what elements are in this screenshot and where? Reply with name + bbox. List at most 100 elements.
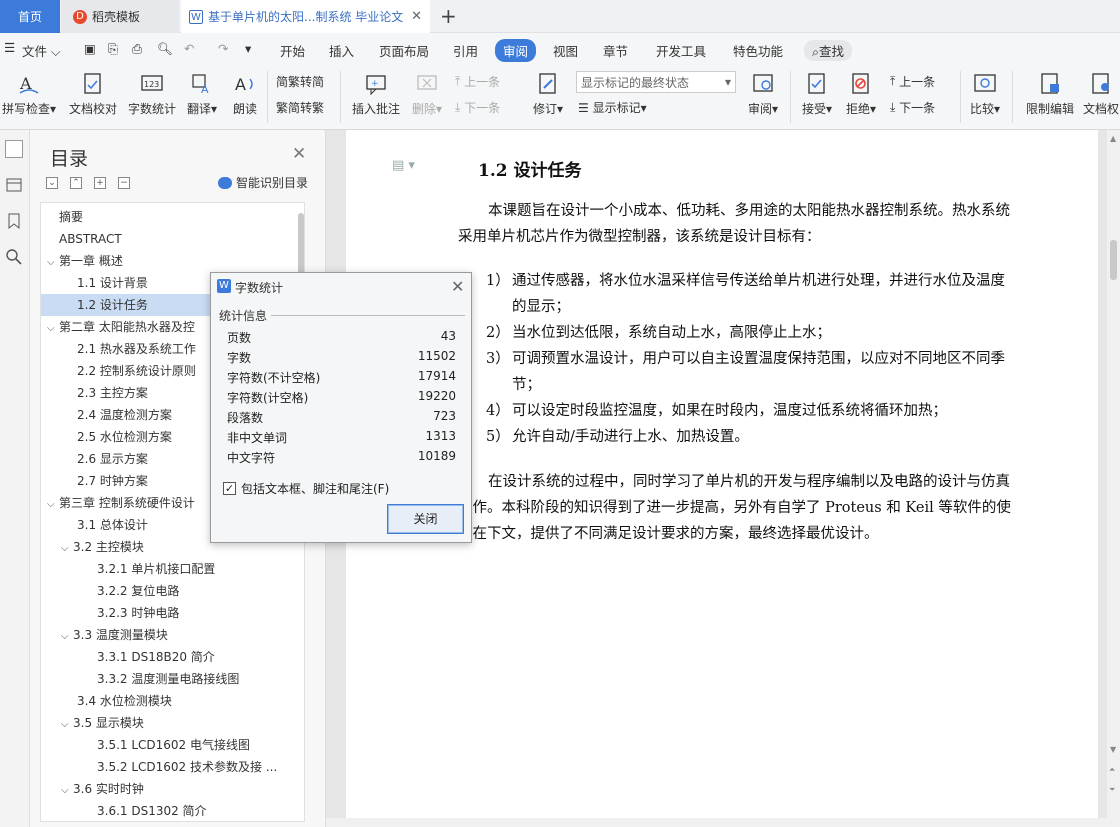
document-permission-button[interactable]: 文档权: [1082, 65, 1120, 125]
undo-icon[interactable]: ↶: [184, 41, 194, 56]
simp-to-trad-button[interactable]: 繁简转繁: [276, 99, 324, 116]
toc-entry[interactable]: 3.6.1 DS1302 简介: [41, 800, 301, 821]
toc-entry[interactable]: 3.2.2 复位电路: [41, 580, 301, 602]
writer-doc-icon: W: [189, 9, 203, 24]
compare-button[interactable]: 比较▾: [966, 65, 1004, 125]
reject-label: 拒绝: [845, 102, 870, 116]
chevron-down-icon[interactable]: ⌵: [47, 252, 59, 272]
menu-references[interactable]: 引用: [453, 41, 478, 60]
collapse-all-icon[interactable]: ⌄: [46, 177, 58, 189]
smart-toc-button[interactable]: 智能识别目录: [218, 174, 308, 191]
menu-view[interactable]: 视图: [553, 41, 578, 60]
chevron-down-icon[interactable]: ⌵: [61, 538, 73, 558]
save-icon[interactable]: ▣: [84, 41, 96, 56]
menu-developer[interactable]: 开发工具: [656, 41, 706, 60]
toc-entry[interactable]: 3.2.1 单片机接口配置: [41, 558, 301, 580]
read-aloud-icon: A: [235, 75, 253, 94]
export-icon[interactable]: ⎘: [108, 41, 118, 57]
spell-check-button[interactable]: A 拼写检查▾: [0, 65, 58, 125]
prev-comment-button[interactable]: ⤒ 上一条: [455, 73, 500, 90]
list-item-1-line-2: 的显示；: [512, 299, 570, 315]
menu-file[interactable]: 文件 ⌵: [22, 41, 60, 60]
menu-start[interactable]: 开始: [280, 41, 305, 60]
chapter-nav-icon[interactable]: [5, 176, 23, 194]
prev-page-icon[interactable]: ⏶: [1109, 765, 1115, 775]
ribbon-separator: [340, 71, 341, 123]
trad-label: 繁转简: [288, 75, 325, 89]
accept-button[interactable]: 接受▾: [798, 65, 836, 125]
toc-entry[interactable]: 3.2.3 时钟电路: [41, 602, 301, 624]
close-icon[interactable]: ✕: [292, 144, 306, 164]
left-nav-strip: [0, 130, 30, 827]
toc-entry[interactable]: 3.5.2 LCD1602 技术参数及接 ...: [41, 756, 301, 778]
search-icon[interactable]: [5, 248, 23, 266]
next-change-button[interactable]: ⤓ 下一条: [890, 99, 935, 116]
prev-change-button[interactable]: ⤒ 上一条: [890, 73, 935, 90]
close-icon[interactable]: ✕: [411, 9, 422, 24]
print-icon[interactable]: ⎙: [132, 41, 142, 57]
close-button[interactable]: 关闭: [387, 504, 464, 534]
menu-chapter[interactable]: 章节: [603, 41, 628, 60]
menu-insert[interactable]: 插入: [329, 41, 354, 60]
restrict-editing-button[interactable]: 限制编辑: [1022, 65, 1078, 125]
toc-entry[interactable]: 3.5.1 LCD1602 电气接线图: [41, 734, 301, 756]
tab-docer[interactable]: D 稻壳模板: [61, 0, 179, 33]
chevron-down-icon[interactable]: ⌵: [61, 626, 73, 646]
tab-home[interactable]: 首页: [0, 0, 60, 33]
show-markup-button[interactable]: ☰ 显示标记 ▾: [578, 99, 647, 116]
paragraph-menu-icon[interactable]: ▤ ▾: [392, 158, 415, 173]
next-comment-button[interactable]: ⤓ 下一条: [455, 99, 500, 116]
toc-entry[interactable]: 3.3.2 温度测量电路接线图: [41, 668, 301, 690]
vertical-scrollbar[interactable]: ▲ ▼ ⏶ ⏷: [1107, 130, 1120, 827]
delete-comment-button[interactable]: 删除▾: [408, 65, 446, 125]
track-changes-button[interactable]: 修订▾: [528, 65, 568, 125]
horizontal-scrollbar[interactable]: [326, 818, 1107, 827]
toc-entry[interactable]: ⌵ 第一章 概述: [41, 250, 301, 272]
chevron-down-icon[interactable]: ⌵: [47, 318, 59, 338]
toc-entry[interactable]: ABSTRACT: [41, 228, 301, 250]
review-pane-button[interactable]: 审阅▾: [744, 65, 782, 125]
scroll-down-icon[interactable]: ▼: [1110, 745, 1116, 754]
markup-state-select[interactable]: 显示标记的最终状态 ▾: [576, 71, 736, 93]
expand-level-icon[interactable]: +: [94, 177, 106, 189]
prev-change-label: 上一条: [899, 75, 936, 89]
menu-page-layout[interactable]: 页面布局: [379, 41, 429, 60]
chevron-down-icon[interactable]: ⌵: [61, 780, 73, 800]
scrollbar-thumb[interactable]: [1110, 240, 1117, 280]
word-count-button[interactable]: 123 字数统计: [126, 65, 178, 125]
word-count-icon: 123: [141, 75, 163, 91]
toc-entry[interactable]: 摘要: [41, 206, 301, 228]
insert-comment-button[interactable]: + 插入批注: [350, 65, 402, 125]
trad-to-simp-button[interactable]: 简繁转简: [276, 73, 324, 90]
search-box[interactable]: ⌕查找: [804, 40, 853, 61]
quick-access-dropdown-icon[interactable]: ▾: [245, 41, 251, 56]
list-item-1-number: 1）: [486, 273, 510, 289]
bookmark-icon[interactable]: [5, 212, 23, 230]
collapse-level-icon[interactable]: −: [118, 177, 130, 189]
redo-icon[interactable]: ↷: [218, 41, 228, 56]
expand-all-icon[interactable]: ⌃: [70, 177, 82, 189]
translate-button[interactable]: A 翻译▾: [182, 65, 222, 125]
chevron-down-icon[interactable]: ⌵: [61, 714, 73, 734]
menu-features[interactable]: 特色功能: [733, 41, 783, 60]
chevron-down-icon[interactable]: ⌵: [47, 494, 59, 514]
next-page-icon[interactable]: ⏷: [1109, 785, 1115, 795]
print-preview-icon[interactable]: 🔍︎: [157, 41, 173, 57]
toc-panel-icon[interactable]: [5, 140, 23, 158]
toc-entry[interactable]: 3.4 水位检测模块: [41, 690, 301, 712]
toc-entry[interactable]: ⌵ 3.3 温度测量模块: [41, 624, 301, 646]
read-aloud-button[interactable]: A 朗读: [228, 65, 262, 125]
include-textbox-checkbox[interactable]: ✓ 包括文本框、脚注和尾注(F): [223, 480, 389, 497]
add-tab-icon[interactable]: +: [440, 4, 457, 28]
menu-review[interactable]: 审阅: [495, 39, 537, 62]
close-icon[interactable]: ✕: [451, 277, 464, 296]
hamburger-icon[interactable]: ☰: [4, 40, 15, 55]
toc-entry[interactable]: ⌵ 3.5 显示模块: [41, 712, 301, 734]
word-count-dialog: W 字数统计 ✕ 统计信息 ✓ 包括文本框、脚注和尾注(F) 关闭 页数 43 字数 1…: [210, 272, 472, 543]
scroll-up-icon[interactable]: ▲: [1110, 134, 1116, 143]
doc-proofread-button[interactable]: 文档校对: [66, 65, 120, 125]
reject-button[interactable]: 拒绝▾: [842, 65, 880, 125]
toc-entry[interactable]: ⌵ 3.6 实时时钟: [41, 778, 301, 800]
tab-document[interactable]: W 基于单片机的太阳...制系统 毕业论文 ✕: [181, 0, 430, 33]
toc-entry[interactable]: 3.3.1 DS18B20 简介: [41, 646, 301, 668]
